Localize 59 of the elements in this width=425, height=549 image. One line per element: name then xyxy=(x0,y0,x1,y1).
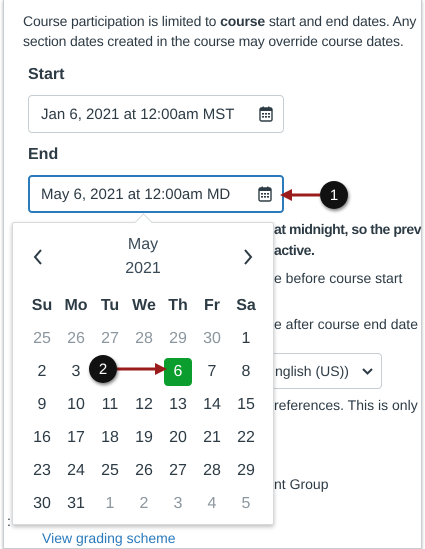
calendar-day[interactable]: 19 xyxy=(130,424,158,452)
calendar-day[interactable]: 12 xyxy=(130,390,158,418)
next-month-icon[interactable] xyxy=(243,249,253,265)
calendar-day[interactable]: 20 xyxy=(164,424,192,452)
calendar-day[interactable]: 8 xyxy=(232,358,260,386)
calendar-month: May xyxy=(128,235,158,255)
weekday-label: Su xyxy=(32,296,52,314)
callout-badge: 1 xyxy=(320,181,348,209)
calendar-day[interactable]: 6 xyxy=(164,358,192,386)
calendar-day[interactable]: 22 xyxy=(232,424,260,452)
weekday-label: Sa xyxy=(236,296,256,314)
weekday-label: Th xyxy=(168,296,188,314)
previous-month-icon[interactable] xyxy=(33,249,43,265)
calendar-day[interactable]: 28 xyxy=(198,456,226,484)
calendar-day[interactable]: 23 xyxy=(28,456,56,484)
calendar-day[interactable]: 1 xyxy=(232,324,260,352)
calendar-day[interactable]: 27 xyxy=(164,456,192,484)
calendar-day[interactable]: 17 xyxy=(62,424,90,452)
calendar-day[interactable]: 16 xyxy=(28,424,56,452)
setting-text: nt Group xyxy=(274,476,328,493)
calendar-icon[interactable] xyxy=(259,106,273,122)
view-grading-scheme-link[interactable]: View grading scheme xyxy=(42,530,176,546)
weekday-label: Fr xyxy=(204,296,220,314)
field-label: Start xyxy=(28,65,64,85)
field-label: End xyxy=(28,145,58,165)
arrow xyxy=(117,363,167,375)
calendar-day[interactable]: 7 xyxy=(198,358,226,386)
setting-text: active. xyxy=(274,242,314,259)
calendar-day[interactable]: 15 xyxy=(232,390,260,418)
calendar-day[interactable]: 25 xyxy=(96,456,124,484)
calendar-day[interactable]: 30 xyxy=(28,490,56,518)
setting-text: at midnight, so the prev xyxy=(274,221,421,238)
description-text: Course participation is limited to course start and end dates. Any section dates created in the course may override course dates. xyxy=(23,12,418,51)
setting-text: references. This is only xyxy=(274,397,418,414)
calendar-day[interactable]: 10 xyxy=(62,390,90,418)
calendar-day[interactable]: 26 xyxy=(130,456,158,484)
calendar-day[interactable]: 31 xyxy=(62,490,90,518)
calendar-day[interactable]: 18 xyxy=(96,424,124,452)
arrow xyxy=(280,189,320,201)
calendar-day[interactable]: 9 xyxy=(28,390,56,418)
calendar-day[interactable]: 2 xyxy=(28,358,56,386)
calendar-year: 2021 xyxy=(125,259,161,279)
weekday-label: Mo xyxy=(64,296,88,314)
calendar-day[interactable]: 21 xyxy=(198,424,226,452)
weekday-label: We xyxy=(132,296,156,314)
calendar-day[interactable]: 11 xyxy=(96,390,124,418)
calendar-day[interactable]: 24 xyxy=(62,456,90,484)
date-field[interactable]: May 6, 2021 at 12:00am MD xyxy=(28,175,284,213)
setting-text: e after course end date xyxy=(274,316,418,333)
colon-text: : xyxy=(7,513,11,529)
calendar-icon[interactable] xyxy=(258,186,272,202)
weekday-label: Tu xyxy=(100,296,120,314)
calendar-day[interactable]: 13 xyxy=(164,390,192,418)
calendar-day[interactable]: 29 xyxy=(232,456,260,484)
date-field[interactable]: Jan 6, 2021 at 12:00am MST xyxy=(28,95,284,133)
calendar-day[interactable]: 14 xyxy=(198,390,226,418)
setting-text: e before course start xyxy=(274,270,402,287)
calendar-day[interactable]: 3 xyxy=(62,358,90,386)
chevron-down-icon xyxy=(362,368,373,374)
